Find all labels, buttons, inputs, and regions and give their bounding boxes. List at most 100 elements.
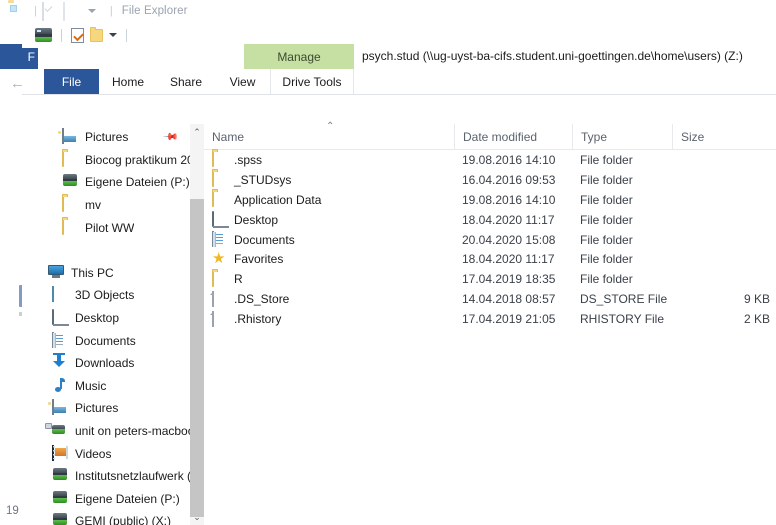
- folder-properties-icon: [8, 3, 24, 19]
- icon-wrap: [52, 331, 68, 349]
- sidebar-item-pictures[interactable]: Pictures 📌: [22, 126, 190, 149]
- file-name-label: R: [234, 272, 243, 287]
- tab-view[interactable]: View: [215, 69, 270, 95]
- file-name-label: Application Data: [234, 192, 322, 207]
- column-header-size[interactable]: Size: [672, 124, 776, 149]
- icon-wrap: ★: [212, 251, 226, 267]
- table-row[interactable]: .spss 19.08.2016 14:10 File folder: [204, 150, 776, 170]
- tab-file[interactable]: File: [44, 69, 99, 95]
- quick-access-toolbar: [22, 22, 776, 48]
- sidebar-item-this-pc[interactable]: This PC: [22, 262, 190, 285]
- sidebar-item-label: Eigene Dateien (P:): [75, 491, 180, 506]
- background-title-bar: | | File Explorer: [0, 0, 776, 22]
- network-drive-icon[interactable]: [32, 22, 55, 48]
- column-header-type[interactable]: Type: [572, 124, 672, 149]
- file-name-label: Documents: [234, 232, 295, 247]
- divider: |: [34, 4, 37, 17]
- icon-wrap: [212, 191, 226, 208]
- table-row[interactable]: .Rhistory 17.04.2019 21:05 RHISTORY File 2 …: [204, 309, 776, 329]
- file-type-cell: File folder: [580, 272, 633, 287]
- desktop-icon: [212, 211, 214, 228]
- icon-wrap: [212, 290, 226, 307]
- sidebar-item-eigene-dateien-p[interactable]: Eigene Dateien (P:): [22, 488, 190, 511]
- contextual-tab-manage[interactable]: Manage: [244, 44, 354, 69]
- file-type-cell: File folder: [580, 252, 633, 267]
- file-date-cell: 20.04.2020 15:08: [462, 232, 556, 247]
- file-name-label: .spss: [234, 152, 263, 167]
- table-row[interactable]: Application Data 19.08.2016 14:10 File fol…: [204, 190, 776, 210]
- sidebar-item-music[interactable]: Music: [22, 375, 190, 398]
- divider: [126, 28, 127, 42]
- icon-wrap: [212, 211, 226, 228]
- pin-icon[interactable]: 📌: [161, 129, 178, 146]
- sidebar-item-pictures[interactable]: Pictures: [22, 397, 190, 420]
- table-row[interactable]: _STUDsys 16.04.2016 09:53 File folder: [204, 170, 776, 190]
- sidebar-spacer: [22, 239, 190, 262]
- sidebar-item-pilot-ww[interactable]: Pilot WW: [22, 216, 190, 239]
- chevron-down-icon[interactable]: [106, 22, 120, 48]
- sidebar-item-desktop[interactable]: Desktop: [22, 307, 190, 330]
- icon-wrap: [212, 270, 226, 287]
- tab-home[interactable]: Home: [99, 69, 157, 95]
- file-date-cell: 17.04.2019 18:35: [462, 272, 556, 287]
- sidebar-item-institutsnetzlaufwerk-n[interactable]: Institutsnetzlaufwerk (N:: [22, 465, 190, 488]
- sidebar-item-label: Pilot WW: [85, 220, 135, 235]
- file-name-cell: R: [212, 269, 243, 289]
- file-type-cell: DS_STORE File: [580, 292, 668, 307]
- sidebar-item-mv[interactable]: mv: [22, 194, 190, 217]
- folder-icon[interactable]: [87, 22, 106, 48]
- icon-wrap: [62, 218, 78, 236]
- scroll-down-icon[interactable]: ⌄: [190, 509, 204, 525]
- table-row[interactable]: Documents 20.04.2020 15:08 File folder: [204, 230, 776, 250]
- sidebar-item-gemi-public-x[interactable]: GEMI (public) (X:): [22, 510, 190, 525]
- column-header-name[interactable]: Name ⌃: [204, 121, 454, 149]
- file-name-cell: .DS_Store: [212, 289, 289, 309]
- sidebar-item-documents[interactable]: Documents: [22, 329, 190, 352]
- table-row[interactable]: ★ Favorites 18.04.2020 11:17 File folder: [204, 249, 776, 269]
- sidebar-item-label: GEMI (public) (X:): [75, 514, 172, 525]
- sidebar-item-label: Biocog praktikum 2020 -: [85, 152, 190, 167]
- sort-ascending-icon: ⌃: [326, 121, 335, 132]
- checkbox-document-icon[interactable]: [68, 22, 87, 48]
- scrollbar-thumb[interactable]: [190, 199, 204, 517]
- table-row[interactable]: R 17.04.2019 18:35 File folder: [204, 269, 776, 289]
- sidebar-item-label: Desktop: [75, 311, 120, 326]
- file-name-cell: ★ Favorites: [212, 249, 283, 269]
- folder-icon: [62, 218, 64, 235]
- sidebar-item-3d-objects[interactable]: 3D Objects: [22, 284, 190, 307]
- sidebar-item-label: Videos: [75, 446, 112, 461]
- file-list-pane: Name ⌃ Date modified Type Size .spss 19.0…: [204, 121, 776, 525]
- screen: | | File Explorer 19 F Manage psych.stud: [0, 0, 776, 525]
- icon-wrap: [62, 174, 78, 190]
- icon-wrap: [212, 310, 226, 327]
- column-header-date-modified[interactable]: Date modified: [454, 124, 572, 149]
- sidebar-item-label: Downloads: [75, 356, 135, 371]
- scroll-up-icon[interactable]: ⌃: [190, 124, 204, 140]
- icon-wrap: [212, 151, 226, 168]
- file-date-cell: 19.08.2016 14:10: [462, 192, 556, 207]
- column-header-name-label: Name: [212, 129, 245, 144]
- documents-icon: [212, 231, 214, 247]
- sidebar-item-label: unit on peters-macbook: [75, 424, 190, 439]
- navigation-pane-scrollbar[interactable]: ⌃ ⌄: [190, 124, 204, 525]
- sidebar-item-downloads[interactable]: Downloads: [22, 352, 190, 375]
- folder-icon: [212, 171, 214, 188]
- background-window-title: File Explorer: [121, 5, 188, 17]
- sidebar-item-videos[interactable]: Videos: [22, 442, 190, 465]
- tab-drive-tools[interactable]: Drive Tools: [270, 69, 354, 95]
- column-header-row: Name ⌃ Date modified Type Size: [204, 121, 776, 150]
- sidebar-item-biocog-praktikum-2020[interactable]: Biocog praktikum 2020 -: [22, 149, 190, 172]
- icon-wrap: [52, 444, 68, 462]
- sidebar-item-unit-on-peters-macbook[interactable]: unit on peters-macbook: [22, 420, 190, 443]
- tab-share[interactable]: Share: [157, 69, 215, 95]
- icon-wrap: [62, 128, 78, 145]
- table-row[interactable]: Desktop 18.04.2020 11:17 File folder: [204, 210, 776, 230]
- sidebar-item-label: Institutsnetzlaufwerk (N:: [75, 469, 190, 484]
- sidebar-item-eigene-dateien-p[interactable]: Eigene Dateien (P:): [22, 171, 190, 194]
- file-date-cell: 18.04.2020 11:17: [462, 212, 555, 227]
- table-row[interactable]: .DS_Store 14.04.2018 08:57 DS_STORE File 9 …: [204, 289, 776, 309]
- back-arrow-ribbon-icon: ←: [10, 75, 25, 92]
- file-type-cell: File folder: [580, 232, 633, 247]
- file-date-cell: 18.04.2020 11:17: [462, 252, 555, 267]
- icon-wrap: [45, 423, 68, 439]
